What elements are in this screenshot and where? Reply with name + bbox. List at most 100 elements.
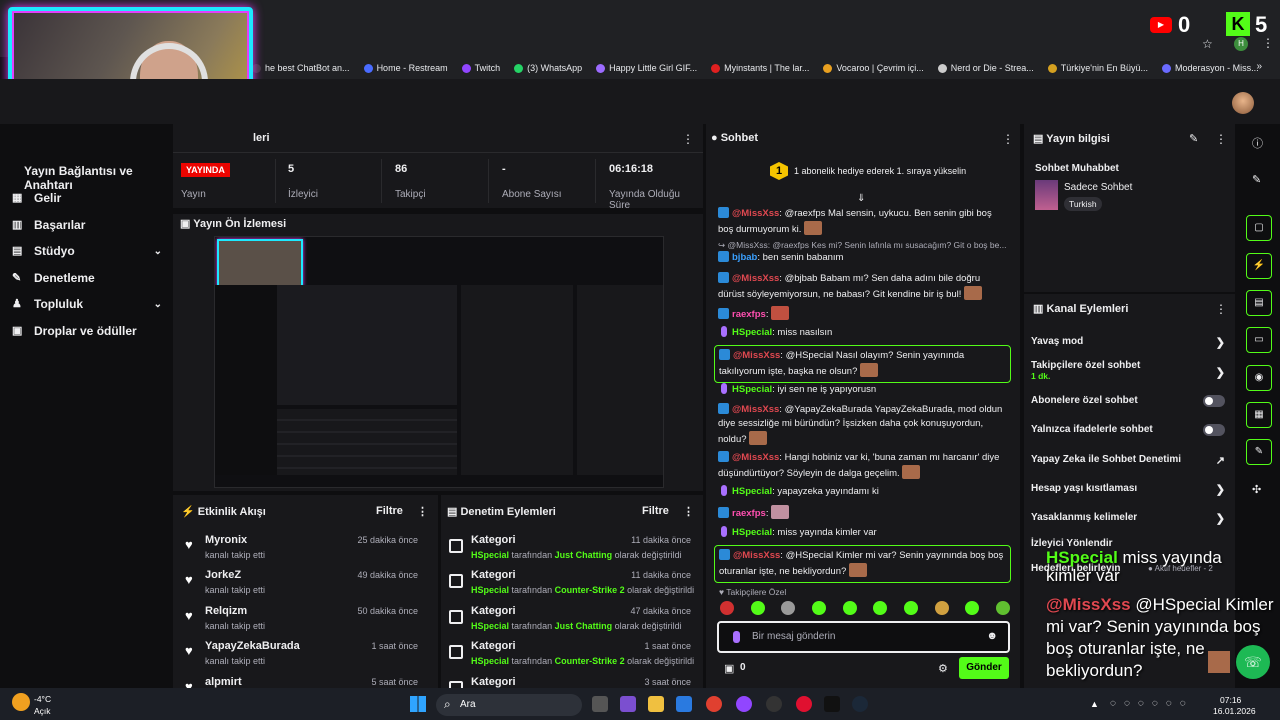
- bookmark-favicon-icon: [937, 63, 947, 73]
- sub-gift-banner[interactable]: 11 abonelik hediye ederek 1. sıraya yüks…: [770, 162, 966, 180]
- sidebar-item-topluluk[interactable]: ♟ Topluluk ⌄: [12, 297, 162, 311]
- emote[interactable]: [903, 601, 918, 615]
- taskbar-search-input[interactable]: Ara: [436, 694, 582, 716]
- rail-button-bolt[interactable]: ⚡: [1246, 253, 1272, 279]
- file-explorer-icon[interactable]: [648, 696, 664, 712]
- action-ai-moderation[interactable]: Yapay Zeka ile Sohbet Denetimi ↗: [1031, 454, 1227, 467]
- chat-menu-icon[interactable]: ⋮: [1002, 132, 1014, 146]
- system-tray-icons[interactable]: ◌◌◌◌◌◌: [1110, 698, 1194, 709]
- rail-button-doc[interactable]: ▤: [1246, 290, 1272, 316]
- emote[interactable]: [842, 601, 857, 615]
- toggle-switch[interactable]: [1203, 395, 1225, 407]
- send-button[interactable]: Gönder: [959, 657, 1009, 679]
- shield-icon: ▥: [1033, 303, 1047, 315]
- user-badge-icon: [733, 631, 740, 643]
- channel-actions-menu-icon[interactable]: ⋮: [1215, 302, 1227, 316]
- rail-button-list[interactable]: ▦: [1246, 402, 1272, 428]
- action-subscribers-only[interactable]: Abonelere özel sohbet: [1031, 395, 1227, 407]
- emote[interactable]: [995, 601, 1010, 615]
- copilot-icon[interactable]: [620, 696, 636, 712]
- mod-actions-menu-icon[interactable]: ⋮: [683, 505, 694, 518]
- task-view-icon[interactable]: [592, 696, 608, 712]
- channel-actions-title: ▥ Kanal Eylemleri: [1033, 303, 1129, 315]
- rail-button-chat[interactable]: ▭: [1246, 327, 1272, 353]
- rail-button-screen[interactable]: ▢: [1246, 215, 1272, 241]
- emote[interactable]: [965, 601, 980, 615]
- emote[interactable]: [934, 601, 949, 615]
- sidebar-heading[interactable]: Yayın Bağlantısı ve Anahtarı: [24, 164, 174, 192]
- browser-profile-avatar[interactable]: H: [1234, 37, 1248, 51]
- bookmark-favicon-icon: [514, 63, 524, 73]
- bookmark-item[interactable]: Türkiye'nin En Büyü...: [1047, 63, 1148, 73]
- stats-menu-icon[interactable]: ⋮: [682, 132, 694, 146]
- trophy-icon: ▥: [12, 219, 23, 231]
- chevron-right-icon: ❯: [1215, 367, 1225, 379]
- bookmark-item[interactable]: Happy Little Girl GIF...: [596, 63, 697, 73]
- chat-settings-icon[interactable]: ⚙: [938, 662, 948, 675]
- action-followers-only[interactable]: Takipçilere özel sohbet 1 dk. ❯: [1031, 360, 1227, 381]
- tiktok-icon[interactable]: [824, 696, 840, 712]
- activity-menu-icon[interactable]: ⋮: [417, 505, 428, 518]
- rail-button-wrench[interactable]: ✎: [1246, 439, 1272, 465]
- rail-button-broadcast[interactable]: ◉: [1246, 365, 1272, 391]
- bookmarks-more-button[interactable]: »: [1256, 61, 1262, 72]
- sidebar-item-droplar[interactable]: ▣ Droplar ve ödüller: [12, 324, 162, 338]
- channel-points-icon[interactable]: ▣: [724, 662, 734, 675]
- pin-icon[interactable]: ⇓: [857, 193, 865, 204]
- sidebar-item-denetleme[interactable]: ✎ Denetleme: [12, 271, 162, 285]
- chat-message-highlighted: @MissXss: @HSpecial Nasıl olayım? Senin …: [714, 345, 1011, 383]
- edit-icon[interactable]: ✎: [1189, 132, 1198, 145]
- emote[interactable]: [750, 601, 765, 615]
- bookmark-item[interactable]: Myinstants | The lar...: [711, 63, 809, 73]
- action-banned-words[interactable]: Yasaklanmış kelimeler ❯: [1031, 512, 1227, 525]
- recording-app-icon[interactable]: [796, 696, 812, 712]
- bookmark-item[interactable]: Nerd or Die - Strea...: [937, 63, 1034, 73]
- chat-message: @MissXss: @bjbab Babam mı? Sen daha adın…: [718, 272, 983, 300]
- bookmark-item[interactable]: Home - Restream: [363, 63, 448, 73]
- user-avatar[interactable]: [1232, 92, 1254, 114]
- info-icon[interactable]: ⓘ: [1252, 135, 1263, 151]
- emoji-picker-icon[interactable]: ☻: [986, 630, 998, 642]
- sidebar-item-gelir[interactable]: ▦ Gelir: [12, 191, 162, 205]
- outlook-icon[interactable]: [676, 696, 692, 712]
- sidebar-item-studyo[interactable]: ▤ Stüdyo ⌄: [12, 244, 162, 258]
- activity-filter-button[interactable]: Filtre: [376, 505, 403, 517]
- gift-icon: ▣: [12, 325, 23, 337]
- stream-info-menu-icon[interactable]: ⋮: [1215, 132, 1227, 146]
- pencil-icon[interactable]: ✎: [1252, 173, 1261, 186]
- obs-icon[interactable]: [766, 696, 782, 712]
- steam-icon[interactable]: [852, 696, 868, 712]
- apps-icon[interactable]: ✣: [1252, 483, 1261, 496]
- action-emotes-only[interactable]: Yalnızca ifadelerle sohbet: [1031, 424, 1227, 436]
- emote[interactable]: [811, 601, 826, 615]
- sidebar-item-basarilar[interactable]: ▥ Başarılar: [12, 218, 162, 232]
- bookmark-star-icon[interactable]: ☆: [1202, 37, 1213, 51]
- emote[interactable]: [720, 601, 734, 615]
- money-icon: ▦: [12, 192, 23, 204]
- stat-uptime: 06:16:18 Yayında Olduğu Süre: [609, 163, 680, 211]
- action-slow-mode[interactable]: Yavaş mod ❯: [1031, 336, 1227, 349]
- bookmark-favicon-icon: [711, 63, 721, 73]
- toggle-switch[interactable]: [1203, 424, 1225, 436]
- mod-actions-filter-button[interactable]: Filtre: [642, 505, 669, 517]
- bookmark-item[interactable]: he best ChatBot an...: [252, 63, 350, 73]
- browser-menu-icon[interactable]: ⋮: [1262, 36, 1274, 50]
- bookmark-item[interactable]: (3) WhatsApp: [514, 63, 582, 73]
- stat-subscribers: - Abone Sayısı: [502, 163, 562, 200]
- windows-start-icon[interactable]: [410, 696, 426, 712]
- stream-preview-image[interactable]: [214, 236, 664, 488]
- category-name[interactable]: Sadece Sohbet: [1064, 182, 1132, 193]
- bookmark-item[interactable]: Moderasyon - Miss...: [1162, 63, 1259, 73]
- chat-widget-bubble-icon[interactable]: ☏: [1236, 645, 1270, 679]
- twitch-app-icon[interactable]: [736, 696, 752, 712]
- headphones-graphic: [130, 43, 208, 83]
- emote[interactable]: [781, 601, 796, 615]
- emote[interactable]: [873, 601, 888, 615]
- bookmark-item[interactable]: Twitch: [461, 63, 500, 73]
- tray-overflow-icon[interactable]: ▲: [1090, 699, 1099, 709]
- action-account-age[interactable]: Hesap yaşı kısıtlaması ❯: [1031, 483, 1227, 496]
- chrome-icon[interactable]: [706, 696, 722, 712]
- chat-message-input[interactable]: Bir mesaj gönderin ☻: [717, 621, 1010, 653]
- weather-icon[interactable]: [12, 693, 30, 711]
- bookmark-item[interactable]: Vocaroo | Çevrim içi...: [823, 63, 924, 73]
